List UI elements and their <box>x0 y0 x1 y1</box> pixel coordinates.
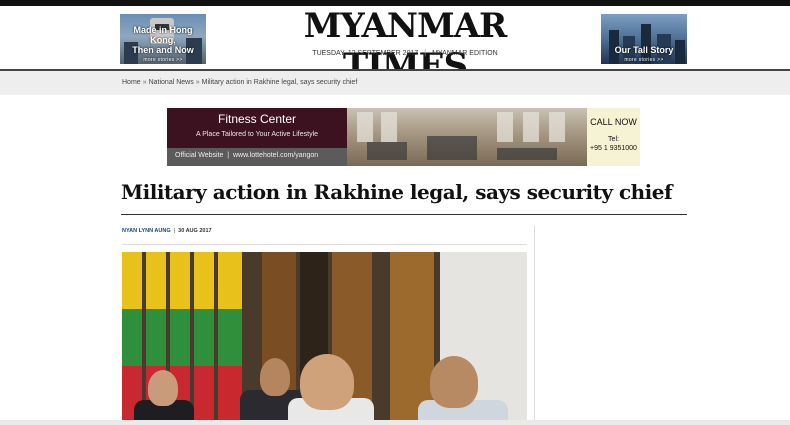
gym-machine-shape <box>367 142 407 160</box>
promo-tall-story[interactable]: Our Tall Story more stories >> <box>601 14 687 64</box>
breadcrumb-home[interactable]: Home <box>122 79 141 86</box>
breadcrumb-bar: Home» National News» Military action in Ra… <box>0 71 790 95</box>
gym-machine-shape <box>497 148 557 160</box>
sidebar-divider <box>534 226 535 425</box>
promo-left-more[interactable]: more stories >> <box>120 57 206 63</box>
breadcrumb: Home» National News» Military action in Ra… <box>122 79 357 86</box>
gym-window-shape <box>381 112 397 142</box>
breadcrumb-separator: » <box>142 79 147 86</box>
article-date: 30 AUG 2017 <box>178 228 212 234</box>
ad-title-panel: Fitness Center A Place Tailored to Your … <box>167 108 347 148</box>
edition-label[interactable]: MYANMAR EDITION <box>432 50 498 57</box>
person-head-shape <box>300 354 354 410</box>
article-photo <box>122 252 527 425</box>
breadcrumb-separator: » <box>195 79 200 86</box>
promo-right-title: Our Tall Story <box>614 45 674 55</box>
ad-call-now: CALL NOW <box>590 117 637 127</box>
breadcrumb-national-news[interactable]: National News <box>149 79 194 86</box>
person-head-shape <box>430 356 478 408</box>
person-head-shape <box>260 358 290 396</box>
gym-machine-shape <box>427 136 477 160</box>
site-header: Made in Hong Kong, Then and Now more stor… <box>0 6 790 86</box>
fitness-center-ad[interactable]: Fitness Center A Place Tailored to Your … <box>167 108 640 166</box>
article-byline: NYAN LYNN AUNG | 30 AUG 2017 <box>122 228 212 234</box>
author-link[interactable]: NYAN LYNN AUNG <box>122 228 171 234</box>
ad-title: Fitness Center <box>217 112 297 126</box>
current-date: TUESDAY, 12 SEPTEMBER 2017 <box>312 50 419 57</box>
horizontal-scrollbar[interactable] <box>0 420 790 425</box>
person-head-shape <box>148 370 178 406</box>
gym-window-shape <box>549 112 565 142</box>
breadcrumb-current: Military action in Rakhine legal, says s… <box>201 79 358 86</box>
article-headline: Military action in Rakhine legal, says s… <box>121 180 673 204</box>
gym-window-shape <box>497 112 513 142</box>
ad-call-panel[interactable]: CALL NOW Tel: +95 1 9351000 <box>587 108 640 166</box>
gym-window-shape <box>357 112 373 142</box>
ad-telephone: Tel: +95 1 9351000 <box>590 136 637 152</box>
ad-website[interactable]: Official Website | www.lottehotel.com/ya… <box>175 152 318 159</box>
ad-tagline: A Place Tailored to Your Active Lifestyl… <box>195 131 319 138</box>
ad-website-panel: Official Website | www.lottehotel.com/ya… <box>167 148 347 166</box>
byline-separator: | <box>173 228 176 234</box>
flag-shape <box>218 252 242 425</box>
promo-right-more[interactable]: more stories >> <box>601 57 687 63</box>
dateline: TUESDAY, 12 SEPTEMBER 2017 | MYANMAR EDITI… <box>250 50 560 57</box>
flag-shape <box>122 252 142 425</box>
gym-window-shape <box>523 112 539 142</box>
byline-divider <box>122 244 527 245</box>
promo-hong-kong[interactable]: Made in Hong Kong, Then and Now more stor… <box>120 14 206 64</box>
flag-shape <box>194 252 214 425</box>
headline-divider <box>121 214 687 215</box>
promo-left-title: Made in Hong Kong, Then and Now <box>132 25 194 55</box>
gym-photo <box>347 108 587 166</box>
dateline-separator: | <box>424 50 427 57</box>
